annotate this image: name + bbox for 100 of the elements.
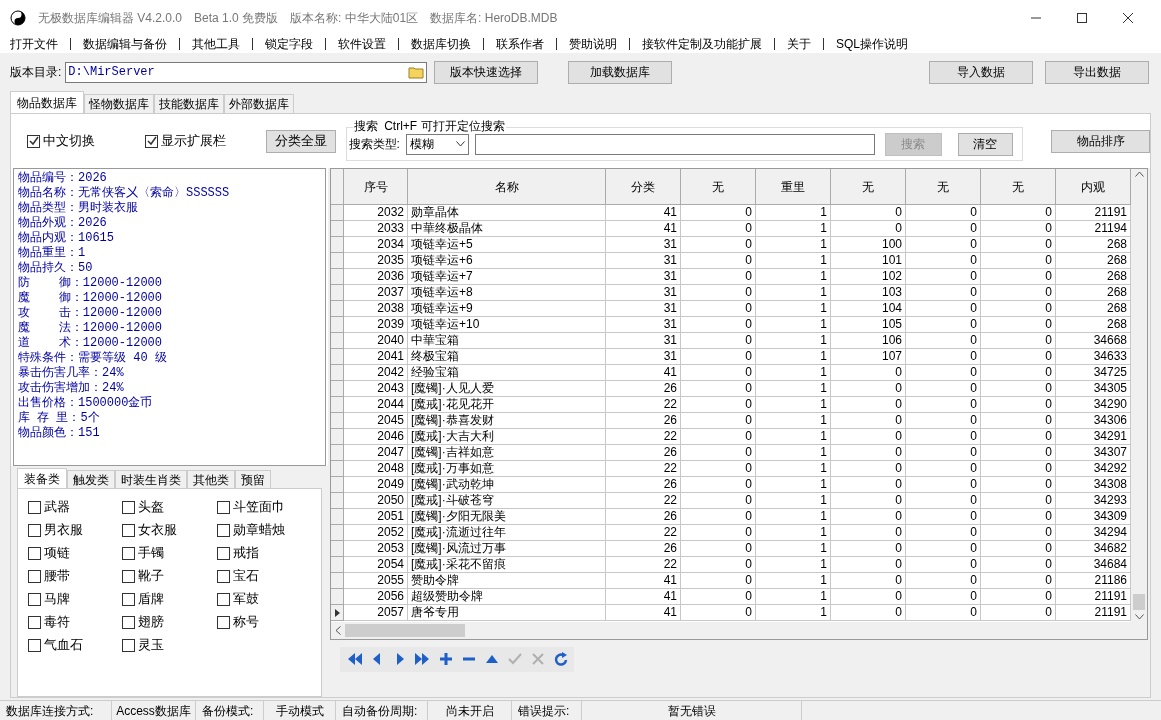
checkbox-label[interactable]: 盾牌 [138, 589, 165, 609]
checkbox-label[interactable]: 中文切换 [43, 131, 95, 151]
checkbox[interactable] [216, 615, 230, 629]
horizontal-scrollbar[interactable] [331, 622, 1147, 639]
checkbox-label[interactable]: 气血石 [44, 635, 83, 655]
menu-item[interactable]: 接软件定制及功能扩展 [642, 35, 762, 53]
checkbox[interactable] [28, 615, 41, 629]
column-header[interactable]: 无 [831, 169, 906, 205]
menu-item[interactable]: 数据库切换 [411, 35, 471, 53]
scroll-left-icon[interactable] [335, 626, 341, 635]
toolbar-button[interactable]: 导入数据 [929, 60, 1033, 84]
checkbox[interactable] [28, 638, 41, 652]
tab[interactable]: 技能数据库 [154, 94, 224, 113]
table-cell: 26 [606, 477, 681, 493]
table-cell: 2040 [344, 333, 408, 349]
toolbar-button[interactable]: 版本快速选择 [434, 60, 539, 84]
checkbox-label[interactable]: 斗笠面巾 [232, 497, 285, 517]
tab[interactable]: 装备类 [17, 468, 67, 488]
checkbox-label[interactable]: 灵玉 [138, 635, 165, 655]
scroll-thumb[interactable] [345, 624, 465, 637]
toolbar-button[interactable]: 加载数据库 [568, 60, 673, 84]
checkbox-label[interactable]: 男衣服 [44, 520, 83, 540]
column-header[interactable]: 分类 [606, 169, 681, 205]
column-header[interactable]: 内观 [1056, 169, 1131, 205]
vertical-scrollbar[interactable] [1131, 169, 1147, 622]
tab[interactable]: 预留 [235, 470, 271, 488]
checkbox[interactable] [216, 546, 230, 560]
menu-item[interactable]: 赞助说明 [569, 35, 617, 53]
menu-item[interactable]: 关于 [787, 35, 811, 53]
checkbox-label[interactable]: 翅膀 [138, 612, 165, 632]
checkbox[interactable] [216, 569, 230, 583]
toolbar-button[interactable]: 导出数据 [1045, 60, 1149, 84]
menu-item[interactable]: 数据编辑与备份 [83, 35, 167, 53]
checkbox[interactable] [122, 500, 136, 514]
column-header[interactable]: 无 [906, 169, 981, 205]
column-header[interactable]: 无 [681, 169, 756, 205]
show-all-button[interactable]: 分类全显 [266, 129, 336, 153]
status-label: 自动备份周期: [336, 701, 428, 720]
checkbox[interactable] [216, 500, 230, 514]
checkbox[interactable] [28, 523, 41, 537]
menu-item[interactable]: 软件设置 [338, 35, 386, 53]
checkbox[interactable] [216, 523, 230, 537]
checkbox[interactable] [28, 546, 41, 560]
checkbox-label[interactable]: 显示扩展栏 [161, 131, 226, 151]
tab[interactable]: 时装生肖类 [115, 470, 187, 488]
tab[interactable]: 其他类 [187, 470, 235, 488]
scroll-thumb[interactable] [1133, 594, 1145, 610]
menu-item[interactable]: 其他工具 [192, 35, 240, 53]
table-cell: 0 [831, 461, 906, 477]
table-cell: 0 [981, 541, 1056, 557]
checkbox[interactable] [28, 500, 41, 514]
column-header[interactable]: 重里 [756, 169, 831, 205]
scroll-down-icon[interactable] [1134, 614, 1144, 620]
sort-button[interactable]: 物品排序 [1051, 129, 1150, 153]
checkbox-label[interactable]: 手镯 [138, 543, 165, 563]
table-cell: 2036 [344, 269, 408, 285]
column-header[interactable]: 无 [981, 169, 1056, 205]
checkbox[interactable] [216, 592, 230, 606]
menu-item[interactable]: 打开文件 [10, 35, 58, 53]
checkbox-label[interactable]: 马牌 [44, 589, 70, 609]
checkbox[interactable] [145, 134, 158, 148]
tab[interactable]: 外部数据库 [224, 94, 294, 113]
table-cell: 0 [981, 365, 1056, 381]
checkbox-label[interactable]: 项链 [44, 543, 70, 563]
tab[interactable]: 物品数据库 [10, 91, 84, 113]
checkbox[interactable] [122, 615, 136, 629]
directory-field[interactable]: D:\MirServer [65, 61, 428, 83]
checkbox[interactable] [122, 569, 136, 583]
checkbox[interactable] [27, 134, 40, 148]
checkbox-label[interactable]: 武器 [44, 497, 70, 517]
checkbox[interactable] [122, 523, 136, 537]
checkbox-label[interactable]: 军鼓 [232, 589, 259, 609]
checkbox-label[interactable]: 女衣服 [138, 520, 178, 540]
checkbox-label[interactable]: 勋章蜡烛 [232, 520, 285, 540]
search-field[interactable] [474, 133, 875, 155]
checkbox[interactable] [28, 592, 41, 606]
table-cell: 0 [831, 205, 906, 221]
tab[interactable]: 怪物数据库 [84, 94, 154, 113]
checkbox-label[interactable]: 头盔 [138, 497, 165, 517]
checkbox[interactable] [122, 592, 136, 606]
checkbox-label[interactable]: 宝石 [232, 566, 259, 586]
clear-button[interactable]: 清空 [957, 132, 1013, 156]
scroll-up-icon[interactable] [1134, 171, 1144, 177]
checkbox-label[interactable]: 靴子 [138, 566, 165, 586]
tab[interactable]: 触发类 [67, 470, 115, 488]
menu-item[interactable]: SQL操作说明 [836, 35, 908, 53]
checkbox[interactable] [28, 569, 41, 583]
column-header[interactable]: 序号 [344, 169, 408, 205]
checkbox[interactable] [122, 638, 136, 652]
checkbox-label[interactable]: 称号 [232, 612, 259, 632]
table-cell: 22 [606, 557, 681, 573]
checkbox-label[interactable]: 毒符 [44, 612, 70, 632]
menu-item[interactable]: 联系作者 [496, 35, 544, 53]
checkbox-label[interactable]: 戒指 [232, 543, 259, 563]
menu-item[interactable]: 锁定字段 [265, 35, 313, 53]
checkbox-label[interactable]: 腰带 [44, 566, 70, 586]
checkbox[interactable] [122, 546, 136, 560]
table-cell: 0 [906, 237, 981, 253]
search-type-dropdown[interactable]: 模糊 [405, 133, 469, 155]
column-header[interactable]: 名称 [408, 169, 606, 205]
